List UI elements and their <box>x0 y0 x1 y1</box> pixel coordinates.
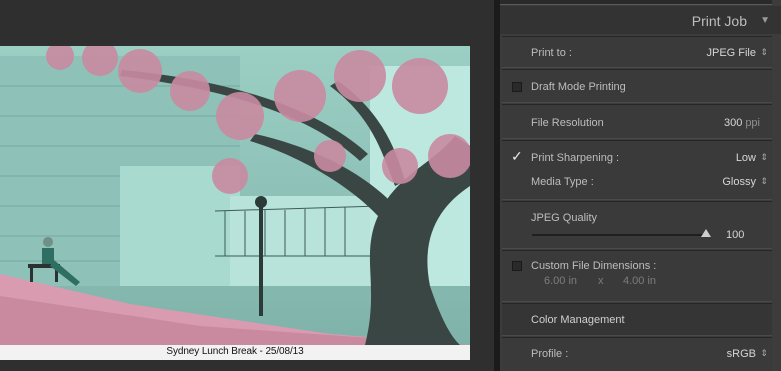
media-type-value[interactable]: Glossy <box>722 176 756 188</box>
custom-width-field[interactable]: 6.00 in <box>544 275 577 287</box>
collapse-triangle-icon[interactable]: ▼ <box>760 15 770 26</box>
color-management-section: Color Management <box>502 303 772 336</box>
print-to-label: Print to : <box>531 47 572 59</box>
panel-title: Print Job <box>691 13 747 29</box>
jpeg-quality-slider-track[interactable] <box>532 234 708 236</box>
checkmark-icon[interactable]: ✓ <box>511 148 523 165</box>
updown-stepper-icon[interactable]: ⇕ <box>760 47 768 58</box>
media-type-label: Media Type : <box>531 176 594 188</box>
jpeg-quality-row: JPEG Quality <box>502 208 772 228</box>
profile-section: Profile : sRGB ⇕ <box>502 337 772 371</box>
draft-mode-row[interactable]: Draft Mode Printing <box>502 77 772 97</box>
jpeg-quality-label: JPEG Quality <box>531 212 598 224</box>
photo-preview[interactable] <box>0 46 470 345</box>
media-type-row[interactable]: Media Type : Glossy ⇕ <box>502 172 772 192</box>
file-resolution-value: 300 <box>723 117 743 129</box>
jpeg-quality-slider-thumb[interactable] <box>701 229 711 237</box>
print-job-panel: Print Job ▼ Print to : JPEG File ⇕ Draft… <box>500 0 781 371</box>
updown-stepper-icon[interactable]: ⇕ <box>760 348 768 359</box>
profile-row[interactable]: Profile : sRGB ⇕ <box>502 344 772 364</box>
dimension-separator: x <box>598 275 604 287</box>
print-sharpening-row[interactable]: ✓ Print Sharpening : Low ⇕ <box>502 148 772 168</box>
print-preview-canvas: Sydney Lunch Break - 25/08/13 <box>0 0 494 371</box>
file-resolution-field[interactable]: 300 ppi <box>724 117 760 129</box>
custom-dimensions-row[interactable]: Custom File Dimensions : <box>502 256 772 276</box>
panel-header[interactable]: Print Job ▼ <box>500 6 781 34</box>
updown-stepper-icon[interactable]: ⇕ <box>760 176 768 187</box>
photo-image <box>0 46 470 345</box>
file-resolution-section: File Resolution 300 ppi <box>502 104 772 139</box>
print-sharpening-label: Print Sharpening : <box>531 152 620 164</box>
color-management-label: Color Management <box>531 314 625 326</box>
color-management-row: Color Management <box>502 310 772 330</box>
print-sharpening-section: ✓ Print Sharpening : Low ⇕ Media Type : … <box>502 140 772 200</box>
panel-top-edge <box>500 0 772 5</box>
custom-dimensions-checkbox[interactable] <box>512 261 522 271</box>
draft-mode-section: Draft Mode Printing <box>502 69 772 103</box>
custom-height-field[interactable]: 4.00 in <box>623 275 656 287</box>
jpeg-quality-section: JPEG Quality 100 <box>502 201 772 249</box>
draft-mode-label: Draft Mode Printing <box>531 81 626 93</box>
print-to-value[interactable]: JPEG File <box>706 47 756 59</box>
custom-dimensions-label: Custom File Dimensions : <box>531 260 657 272</box>
photo-caption: Sydney Lunch Break - 25/08/13 <box>166 346 304 357</box>
draft-mode-checkbox[interactable] <box>512 82 522 92</box>
profile-value[interactable]: sRGB <box>727 348 756 360</box>
print-sharpening-value[interactable]: Low <box>736 152 756 164</box>
custom-dimensions-section: Custom File Dimensions : 6.00 in x 4.00 … <box>502 250 772 302</box>
jpeg-quality-value[interactable]: 100 <box>726 229 744 241</box>
file-resolution-row: File Resolution 300 ppi <box>502 113 772 133</box>
print-page: Sydney Lunch Break - 25/08/13 <box>0 46 470 360</box>
print-to-row[interactable]: Print to : JPEG File ⇕ <box>502 43 772 63</box>
print-to-section: Print to : JPEG File ⇕ <box>502 36 772 68</box>
file-resolution-label: File Resolution <box>531 117 604 129</box>
profile-label: Profile : <box>531 348 569 360</box>
file-resolution-unit: ppi <box>745 117 760 129</box>
updown-stepper-icon[interactable]: ⇕ <box>760 152 768 163</box>
